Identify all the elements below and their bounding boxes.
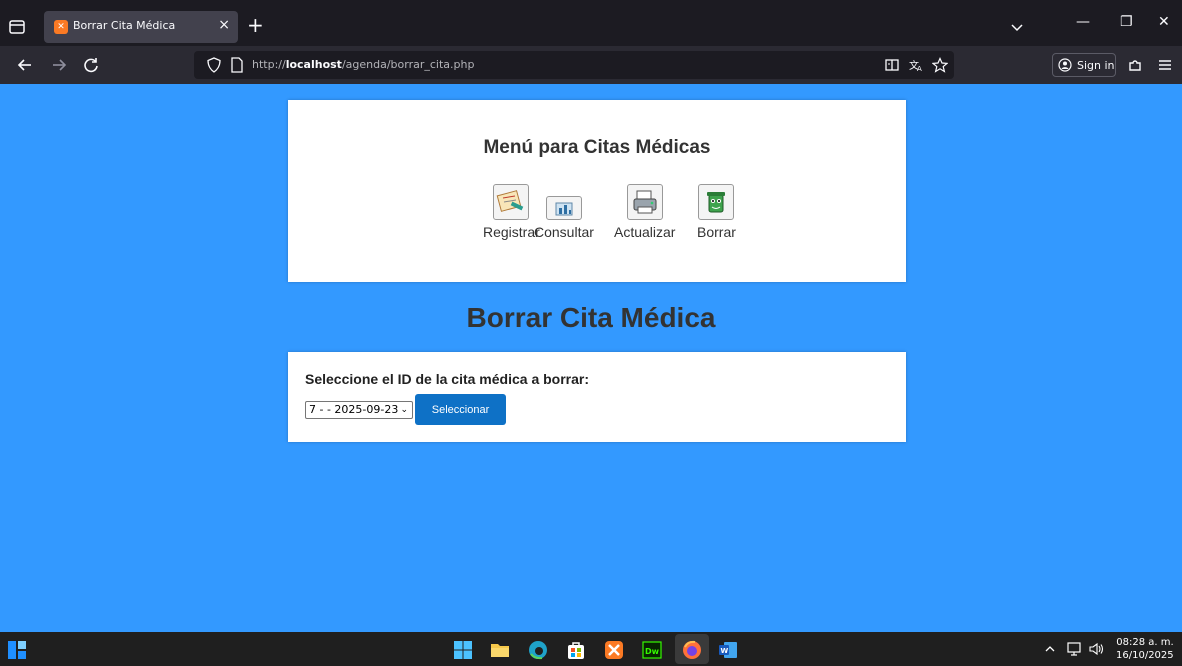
reader-view-icon[interactable] [884,57,900,73]
navigation-bar: http://localhost/agenda/borrar_cita.php … [0,46,1182,84]
url-path: /agenda/borrar_cita.php [341,58,475,71]
new-tab-button[interactable]: + [247,15,264,35]
close-window-button[interactable]: ✕ [1158,14,1170,30]
restore-button[interactable]: ❐ [1120,14,1133,30]
clock[interactable]: 08:28 a. m. 16/10/2025 [1116,636,1174,662]
reload-icon[interactable] [80,54,102,76]
url-host: localhost [285,58,342,71]
menu-item-registrar[interactable]: Registrar [483,184,540,240]
widgets-icon[interactable] [6,639,28,661]
page-viewport: Menú para Citas Médicas Registrar Consul… [0,84,1182,632]
tab-borrar-cita[interactable]: ✕ Borrar Cita Médica × [44,11,238,43]
shield-icon[interactable] [206,57,222,73]
firefox-icon[interactable] [681,639,703,661]
menu-label-consultar: Consultar [534,224,594,240]
svg-text:W: W [721,647,729,655]
extensions-icon[interactable] [1124,54,1146,76]
windows-start-icon[interactable] [452,639,474,661]
menu-item-borrar[interactable]: Borrar [697,184,736,240]
clock-time: 08:28 a. m. [1116,637,1174,648]
network-icon[interactable] [1066,641,1082,657]
delete-form-panel: Seleccione el ID de la cita médica a bor… [288,352,906,442]
svg-text:Dw: Dw [645,647,660,656]
select-button[interactable]: Seleccionar [415,394,506,425]
url-text[interactable]: http://localhost/agenda/borrar_cita.php [252,58,474,71]
dreamweaver-icon[interactable]: Dw [641,639,663,661]
chevron-down-icon[interactable] [1008,18,1026,36]
update-icon [626,184,663,220]
volume-icon[interactable] [1088,641,1104,657]
tab-title: Borrar Cita Médica [73,19,176,32]
xampp-icon[interactable] [603,639,625,661]
edge-browser-icon[interactable] [527,639,549,661]
word-icon[interactable]: W [717,639,739,661]
xampp-favicon-icon: ✕ [54,20,68,34]
consult-icon [545,196,582,220]
page-title: Borrar Cita Médica [466,302,716,333]
chevron-up-icon[interactable] [1044,643,1056,655]
appointment-id-select[interactable]: 7 - - 2025-09-23 ⌄ [305,401,413,419]
account-icon [1058,58,1072,72]
translate-icon[interactable]: 文 A [908,57,924,73]
form-label: Seleccione el ID de la cita médica a bor… [305,371,590,387]
microsoft-store-icon[interactable] [565,639,587,661]
svg-text:A: A [917,65,922,73]
register-icon [493,184,530,220]
bookmark-star-icon[interactable] [932,57,948,73]
back-arrow-icon[interactable] [14,54,36,76]
page-info-icon[interactable] [230,57,244,73]
file-explorer-icon[interactable] [489,639,511,661]
selected-option: 7 - - 2025-09-23 [309,403,399,416]
chevron-down-icon: ⌄ [400,405,408,415]
firefox-view-icon[interactable] [8,18,26,36]
menu-item-consultar[interactable]: Consultar [534,196,594,240]
sign-in-label: Sign in [1077,59,1115,72]
delete-icon [698,184,735,220]
menu-label-actualizar: Actualizar [614,224,676,240]
menu-item-actualizar[interactable]: Actualizar [614,184,675,240]
url-prefix: http:// [252,58,286,71]
menu-panel: Menú para Citas Médicas Registrar Consul… [288,100,906,282]
menu-label-borrar: Borrar [697,224,736,240]
taskbar: Dw W 08:28 a. m. 16/10/2025 [0,632,1182,666]
hamburger-menu-icon[interactable] [1154,54,1176,76]
forward-arrow-icon[interactable] [48,54,70,76]
sign-in-button[interactable]: Sign in [1052,53,1116,77]
tab-bar: ✕ Borrar Cita Médica × + — ❐ ✕ [0,8,1182,46]
menu-label-registrar: Registrar [483,224,540,240]
clock-date: 16/10/2025 [1116,650,1174,661]
tab-close-icon[interactable]: × [218,17,230,33]
menu-title: Menú para Citas Médicas [483,137,711,158]
address-bar[interactable]: http://localhost/agenda/borrar_cita.php … [194,51,954,79]
minimize-button[interactable]: — [1076,14,1090,30]
